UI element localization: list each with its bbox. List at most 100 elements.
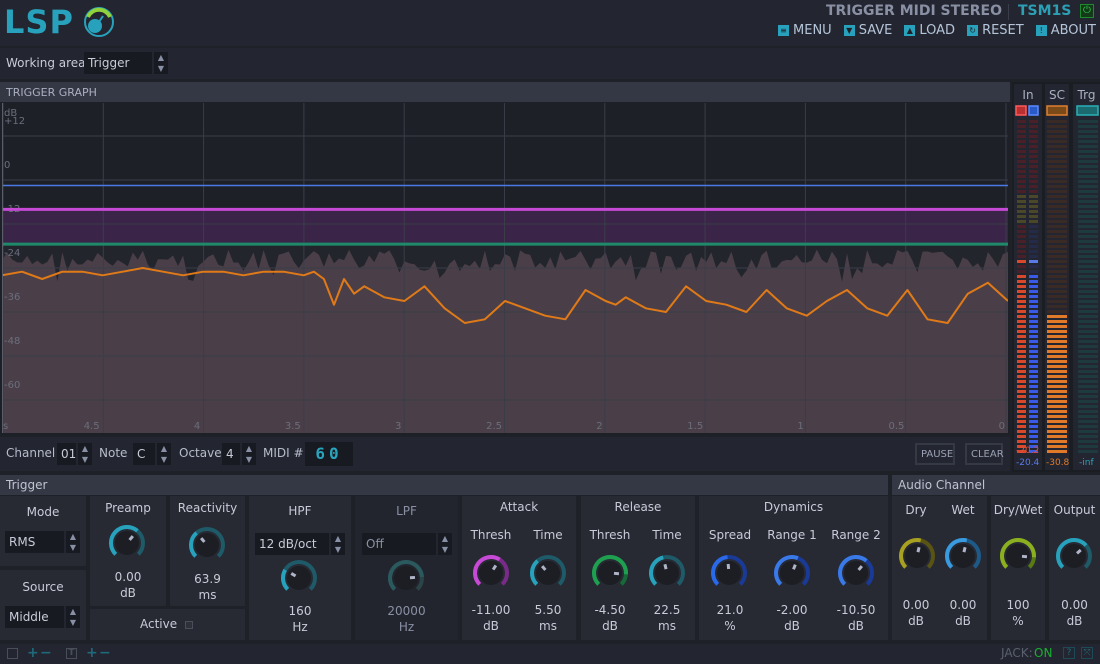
plugin-title: TRIGGER MIDI STEREO (825, 3, 1002, 19)
font-decrease-icon[interactable]: − (99, 645, 111, 661)
dynamics-label: Dynamics (763, 500, 824, 514)
sidechain-segment (1047, 185, 1067, 188)
zoom-out-icon[interactable]: − (40, 645, 52, 661)
input-left-segment (1017, 270, 1026, 273)
trigger-segment (1078, 420, 1098, 423)
x-unit-label: s (3, 421, 8, 432)
mode-label: Mode (26, 505, 60, 519)
font-size-icon[interactable]: T (66, 648, 77, 659)
reactivity-label: Reactivity (177, 501, 238, 515)
input-left-segment (1017, 440, 1026, 443)
sidechain-segment (1047, 230, 1067, 233)
fullscreen-icon[interactable]: ⤧ (1081, 647, 1093, 659)
sidechain-segment (1047, 170, 1067, 173)
menu-button[interactable]: ≡ MENU (778, 23, 832, 38)
input-right-button (1028, 105, 1039, 116)
input-left-segment (1017, 390, 1026, 393)
working-area-value: Trigger (88, 56, 130, 70)
source-select[interactable]: Middle ▲ ▼ (5, 606, 80, 628)
input-right-segment (1029, 135, 1038, 138)
input-right-segment (1029, 165, 1038, 168)
working-area-select[interactable]: Trigger ▲ ▼ (84, 52, 168, 74)
trigger-segment (1078, 175, 1098, 178)
input-left-segment (1017, 405, 1026, 408)
octave-select[interactable]: 4 ▲ ▼ (222, 443, 256, 465)
save-icon: ▼ (843, 25, 855, 36)
source-value: Middle (9, 610, 49, 624)
channel-select[interactable]: 01 ▲ ▼ (57, 443, 92, 465)
attack-band (2, 209, 1008, 245)
trigger-segment (1078, 320, 1098, 323)
hpf-slope-select[interactable]: 12 dB/oct ▲ ▼ (255, 533, 345, 555)
release-time-unit: ms (658, 619, 676, 633)
note-value: C (137, 447, 146, 461)
input-right-value: -20.4 (1016, 458, 1040, 468)
input-right-segment (1029, 365, 1038, 368)
x-tick-label: 4 (194, 421, 200, 432)
active-label: Active (140, 617, 178, 631)
pause-button[interactable]: PAUSE (915, 443, 955, 465)
spin-arrows-icon: ▲ ▼ (76, 443, 92, 465)
trigger-graph[interactable]: dB+120-12-24-36-48-60s4.543.532.521.510.… (2, 103, 1008, 433)
sidechain-segment (1047, 205, 1067, 208)
reset-label: RESET (982, 23, 1024, 38)
sidechain-segment (1047, 155, 1067, 158)
sidechain-segment (1047, 355, 1067, 358)
hpf-label: HPF (288, 504, 312, 518)
trigger-segment (1078, 440, 1098, 443)
trigger-segment (1078, 300, 1098, 303)
output-unit: dB (1066, 614, 1083, 628)
zoom-in-icon[interactable]: + (27, 645, 39, 661)
sidechain-segment (1047, 425, 1067, 428)
help-icon[interactable]: ? (1063, 647, 1075, 659)
trigger-segment (1078, 265, 1098, 268)
drywet-label: Dry/Wet (993, 503, 1043, 517)
save-button[interactable]: ▼ SAVE (843, 23, 892, 38)
sidechain-value: -30.8 (1046, 458, 1070, 468)
power-icon[interactable]: ⏻ (1080, 4, 1094, 18)
trigger-segment (1078, 220, 1098, 223)
plugin-code: TSM1S (1018, 3, 1072, 19)
input-right-segment (1029, 280, 1038, 283)
release-time-label: Time (652, 528, 682, 542)
spread-unit: % (724, 619, 736, 633)
input-right-segment (1029, 380, 1038, 383)
input-right-segment (1029, 425, 1038, 428)
sidechain-segment (1047, 200, 1067, 203)
clear-button[interactable]: CLEAR (965, 443, 1004, 465)
window-size-icon[interactable] (7, 648, 18, 659)
font-increase-icon[interactable]: + (86, 645, 98, 661)
sidechain-segment (1047, 280, 1067, 283)
y-tick-label: -36 (4, 292, 20, 303)
note-select[interactable]: C ▲ ▼ (133, 443, 171, 465)
input-right-segment (1029, 180, 1038, 183)
reset-button[interactable]: ↻ RESET (967, 23, 1024, 38)
lpf-value: 20000 Hz (355, 603, 458, 635)
input-left-segment (1017, 360, 1026, 363)
input-left-segment (1017, 120, 1026, 123)
input-left-segment (1017, 130, 1026, 133)
input-right-segment (1029, 230, 1038, 233)
sidechain-segment (1047, 150, 1067, 153)
sidechain-segment (1047, 120, 1067, 123)
lpf-slope-select[interactable]: Off ▲ ▼ (362, 533, 452, 555)
load-button[interactable]: ▲ LOAD (904, 23, 955, 38)
input-left-segment (1017, 365, 1026, 368)
input-left-segment (1017, 160, 1026, 163)
attack-time-number: 5.50 (534, 603, 562, 617)
reactivity-value: 63.9 ms (170, 571, 245, 603)
input-right-segment (1029, 235, 1038, 238)
sidechain-segment (1047, 440, 1067, 443)
sidechain-segment (1047, 430, 1067, 433)
jack-label: JACK: (1001, 646, 1033, 660)
load-label: LOAD (919, 23, 956, 38)
input-right-segment (1029, 385, 1038, 388)
mode-select[interactable]: RMS ▲ ▼ (5, 531, 80, 553)
input-left-segment (1017, 315, 1026, 318)
input-right-segment (1029, 210, 1038, 213)
about-button[interactable]: ! ABOUT (1035, 23, 1096, 38)
preamp-label: Preamp (105, 501, 151, 515)
sidechain-segment (1047, 330, 1067, 333)
input-right-segment (1029, 270, 1038, 273)
input-left-segment (1017, 165, 1026, 168)
